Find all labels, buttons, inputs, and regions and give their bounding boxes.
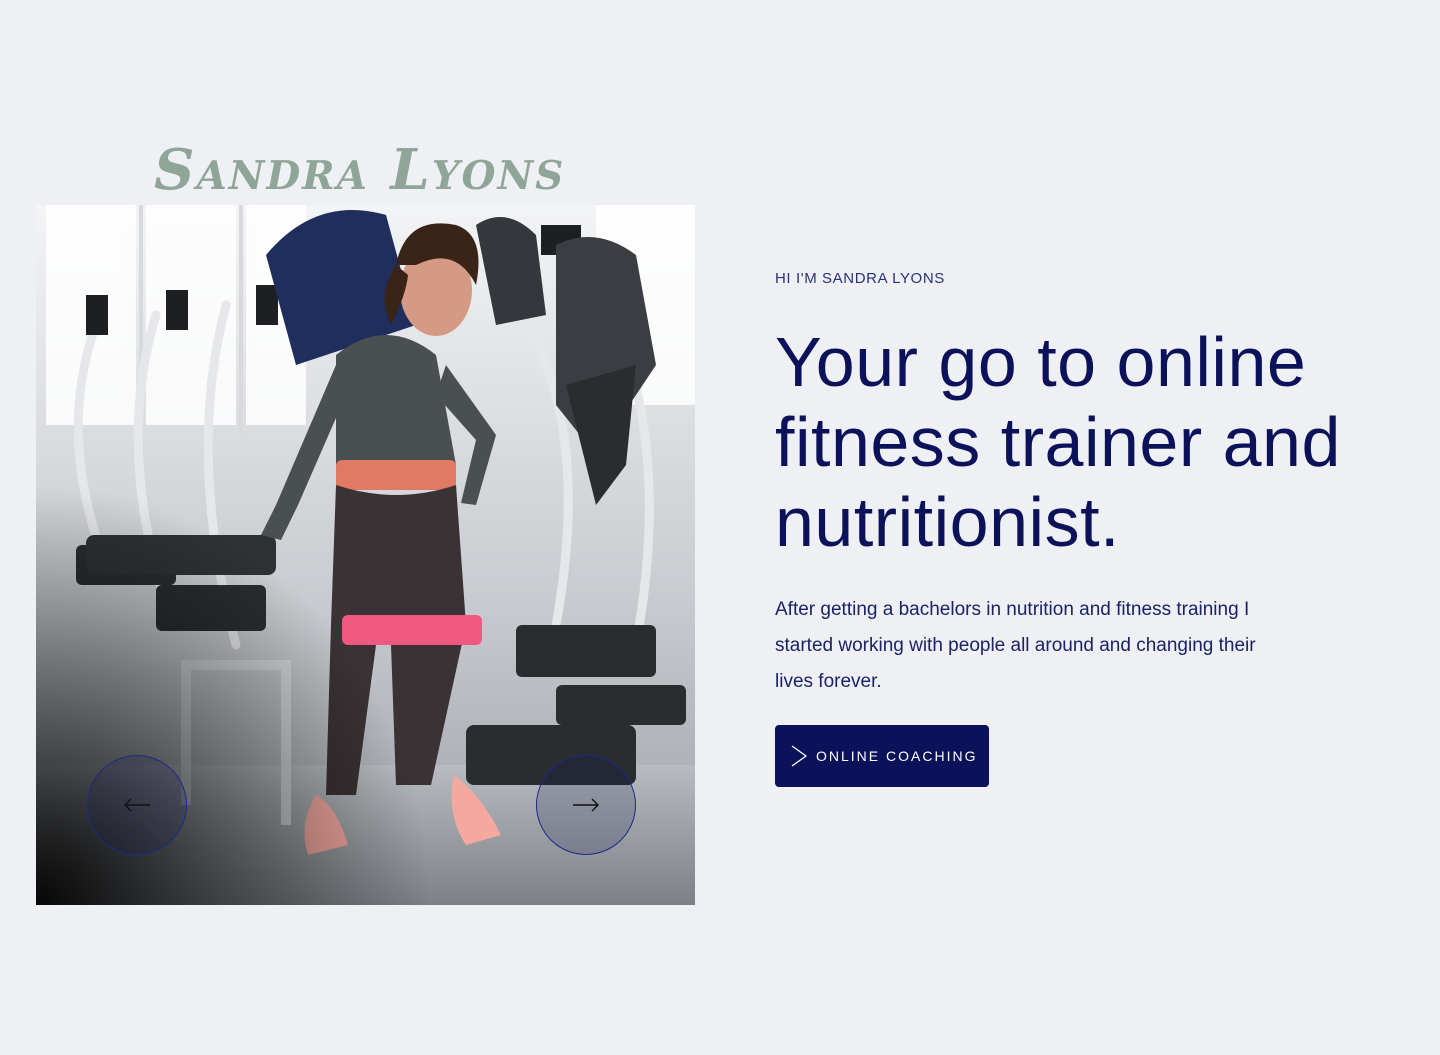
arrow-left-icon [124,798,150,812]
carousel-next-button[interactable] [536,755,636,855]
arrow-right-icon [573,798,599,812]
hero-headline: Your go to online fitness trainer and nu… [775,323,1341,561]
hero-description: After getting a bachelors in nutrition a… [775,599,1256,692]
carousel-prev-button[interactable] [87,755,187,855]
chevron-right-icon [791,745,808,767]
brand-logo[interactable]: Sandra Lyons [154,142,565,198]
online-coaching-label: ONLINE COACHING [816,748,978,764]
hero-eyebrow: HI I'M SANDRA LYONS [775,270,945,287]
online-coaching-button[interactable]: ONLINE COACHING [775,725,989,787]
